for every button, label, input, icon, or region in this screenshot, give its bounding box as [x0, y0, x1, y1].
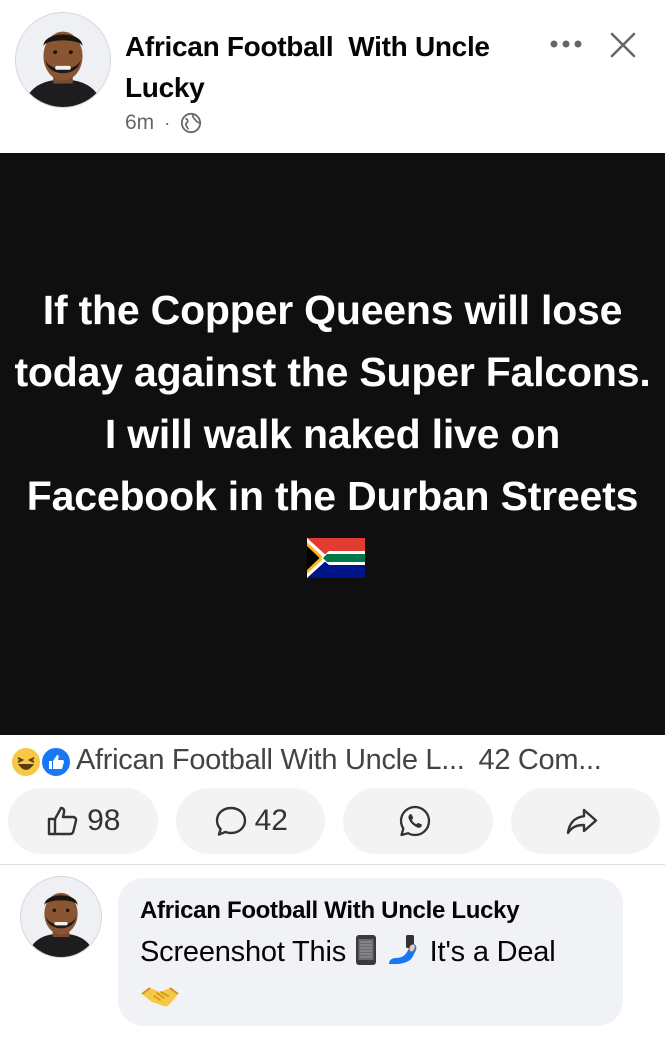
whatsapp-icon — [399, 805, 430, 837]
post-author[interactable]: African Football With Uncle Lucky — [125, 26, 535, 108]
post-actions: 98 42 — [8, 788, 660, 854]
comment-emoji-line — [140, 976, 603, 1016]
mobile-phone-icon — [355, 935, 376, 965]
more-options-icon[interactable] — [548, 34, 584, 54]
thumbs-up-icon — [47, 806, 78, 836]
comment-author[interactable]: African Football With Uncle Lucky — [140, 894, 603, 928]
post-meta: 6m · — [125, 110, 202, 136]
comment-icon — [215, 806, 246, 836]
share-button[interactable] — [510, 788, 660, 854]
post-body: If the Copper Queens will lose today aga… — [0, 153, 665, 735]
commenter-avatar[interactable] — [20, 876, 102, 958]
close-icon[interactable] — [606, 28, 640, 62]
comment-button[interactable]: 42 — [175, 788, 325, 854]
reaction-icons — [10, 743, 72, 778]
globe-icon — [181, 112, 202, 134]
post-text-content: If the Copper Queens will lose today aga… — [14, 287, 651, 519]
post-time[interactable]: 6m — [125, 111, 154, 135]
like-count: 98 — [87, 804, 121, 837]
author-avatar[interactable] — [15, 12, 111, 108]
handshake-icon — [141, 987, 179, 1007]
reaction-summary[interactable]: African Football With Uncle L... 42 Com.… — [10, 738, 660, 782]
meta-separator: · — [164, 112, 171, 133]
reaction-names[interactable]: African Football With Uncle L... — [76, 744, 465, 777]
comment-text-end: It's a Deal — [429, 936, 556, 968]
whatsapp-button[interactable] — [343, 788, 493, 854]
south-africa-flag-icon — [306, 538, 365, 578]
like-button[interactable]: 98 — [8, 788, 158, 854]
haha-icon — [10, 746, 42, 778]
comment-text: Screenshot This It's a Deal — [140, 932, 603, 1016]
post-text: If the Copper Queens will lose today aga… — [13, 279, 653, 589]
post-header: African Football With Uncle Lucky 6m · — [0, 0, 665, 152]
comment-count: 42 — [254, 804, 288, 837]
like-icon — [40, 746, 72, 778]
comment-count-link[interactable]: 42 Com... — [479, 744, 602, 777]
comment-text-start: Screenshot This — [140, 936, 347, 968]
comment-bubble[interactable]: African Football With Uncle Lucky Screen… — [118, 878, 623, 1026]
share-icon — [567, 808, 598, 835]
selfie-icon — [388, 935, 417, 964]
divider — [0, 864, 665, 865]
